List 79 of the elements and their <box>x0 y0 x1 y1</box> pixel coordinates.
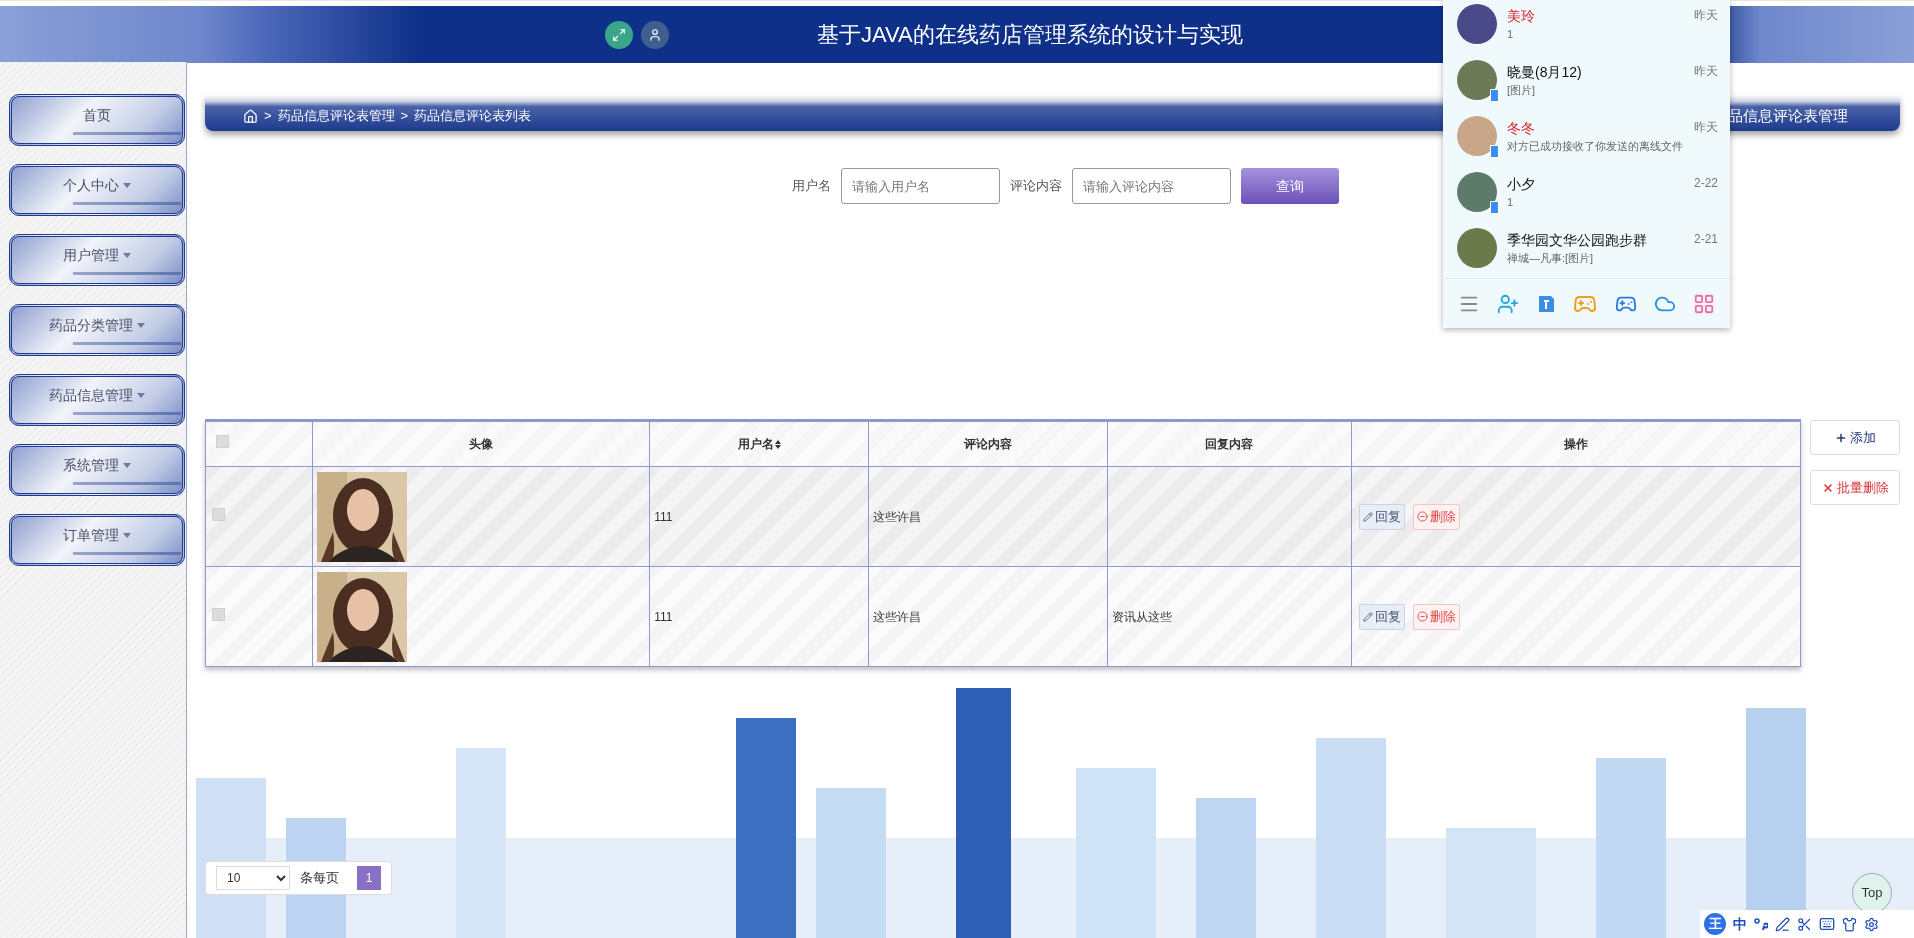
reply-button[interactable]: 回复 <box>1358 603 1405 630</box>
chat-contact[interactable]: 季华园文华公园跑步群 2-21 禅城—凡事:[图片] <box>1443 220 1730 276</box>
message-time: 2-21 <box>1693 231 1718 248</box>
column-header[interactable]: 用户名 <box>649 420 869 467</box>
sidebar-item[interactable]: 药品分类管理 <box>9 304 185 356</box>
column-header: 评论内容 <box>868 420 1108 467</box>
checkbox[interactable] <box>212 507 225 521</box>
checkbox[interactable] <box>216 435 229 448</box>
pen-icon[interactable] <box>1775 916 1790 932</box>
message-preview: 禅城—凡事:[图片] <box>1507 251 1595 266</box>
table-cell: 资讯从这些 <box>1111 609 1172 624</box>
sidebar-item[interactable]: 首页 <box>9 94 185 146</box>
sidebar-item[interactable]: 订单管理 <box>9 514 185 566</box>
delete-button[interactable]: 删除 <box>1412 503 1460 530</box>
breadcrumb-link[interactable]: 药品信息评论表管理 <box>277 106 395 126</box>
minus-icon <box>1416 511 1428 522</box>
message-preview: 1 <box>1507 27 1515 42</box>
chat-contact[interactable]: 冬冬 昨天 对方已成功接收了你发送的离线文件 <box>1443 108 1730 164</box>
message-preview: [图片] <box>1507 83 1537 98</box>
message-time: 昨天 <box>1694 63 1718 80</box>
reply-button[interactable]: 回复 <box>1358 503 1405 530</box>
add-button[interactable]: 添加 <box>1810 420 1900 455</box>
home-icon[interactable] <box>243 108 258 124</box>
close-icon <box>1821 481 1834 494</box>
plus-icon <box>1834 431 1847 444</box>
pencil-icon <box>1362 611 1373 622</box>
tile-icon[interactable] <box>1536 293 1557 314</box>
scissors-icon[interactable] <box>1797 916 1812 932</box>
field-label: 评论内容 <box>1010 177 1062 196</box>
contact-name: 季华园文华公园跑步群 <box>1507 231 1647 250</box>
search-field[interactable]: 请输入用户名 <box>841 168 1000 204</box>
sidebar-item[interactable]: 系统管理 <box>9 444 185 496</box>
pencil-icon <box>1362 511 1373 522</box>
page-size-label: 条每页 <box>300 869 339 888</box>
settings-icon[interactable] <box>1864 916 1879 932</box>
message-time: 昨天 <box>1694 119 1718 136</box>
page-size-select[interactable]: 10 <box>216 866 290 890</box>
message-preview: 对方已成功接收了你发送的离线文件 <box>1507 139 1684 154</box>
grid-icon[interactable] <box>1693 292 1716 315</box>
table-cell: 111 <box>654 509 673 524</box>
breadcrumb-link[interactable]: 药品信息评论表列表 <box>414 106 532 126</box>
checkbox[interactable] <box>212 607 225 621</box>
chat-contact[interactable]: 美玲 昨天 1 <box>1443 0 1730 52</box>
page-button[interactable]: 1 <box>357 866 381 890</box>
sidebar-item[interactable]: 个人中心 <box>9 164 185 216</box>
sidebar-item[interactable]: 药品信息管理 <box>9 374 185 426</box>
fullscreen-icon[interactable] <box>605 20 633 49</box>
breadcrumb-separator: > <box>400 107 409 126</box>
punctuation-icon[interactable] <box>1754 917 1768 931</box>
shirt-icon[interactable] <box>1842 916 1857 932</box>
column-header: 回复内容 <box>1107 420 1352 467</box>
contact-name: 晓曼(8月12) <box>1507 63 1582 82</box>
keyboard-icon[interactable] <box>1819 916 1835 932</box>
add-user-icon[interactable] <box>1496 292 1519 315</box>
breadcrumb-separator: > <box>264 107 272 126</box>
contact-name: 美玲 <box>1507 7 1535 26</box>
column-header: 操作 <box>1351 420 1801 467</box>
table-cell: 111 <box>654 609 673 624</box>
minus-icon <box>1416 611 1428 622</box>
delete-button[interactable]: 删除 <box>1412 603 1460 630</box>
table-cell: 这些许昌 <box>873 609 922 624</box>
user-icon[interactable] <box>641 20 669 49</box>
chat-contact[interactable]: 晓曼(8月12) 昨天 [图片] <box>1443 52 1730 108</box>
chat-contact[interactable]: 小夕 2-22 1 <box>1443 164 1730 220</box>
input-mode[interactable]: 中 <box>1733 913 1747 935</box>
window-title: 基于JAVA的在线药店管理系统的设计与实现 <box>817 21 1243 49</box>
message-time: 昨天 <box>1694 7 1718 24</box>
message-preview: 1 <box>1507 195 1515 210</box>
search-field[interactable]: 请输入评论内容 <box>1072 168 1231 204</box>
message-time: 2-22 <box>1693 175 1718 192</box>
search-button[interactable]: 查询 <box>1241 168 1339 204</box>
sidebar-item[interactable]: 用户管理 <box>9 234 185 286</box>
contact-name: 小夕 <box>1507 175 1535 194</box>
batch-delete-button[interactable]: 批量删除 <box>1810 470 1900 505</box>
table-cell: 这些许昌 <box>873 509 922 524</box>
column-header: 头像 <box>312 420 650 467</box>
ime-logo[interactable]: 王 <box>1704 913 1726 935</box>
contact-name: 冬冬 <box>1507 119 1535 138</box>
field-label: 用户名 <box>792 177 831 196</box>
